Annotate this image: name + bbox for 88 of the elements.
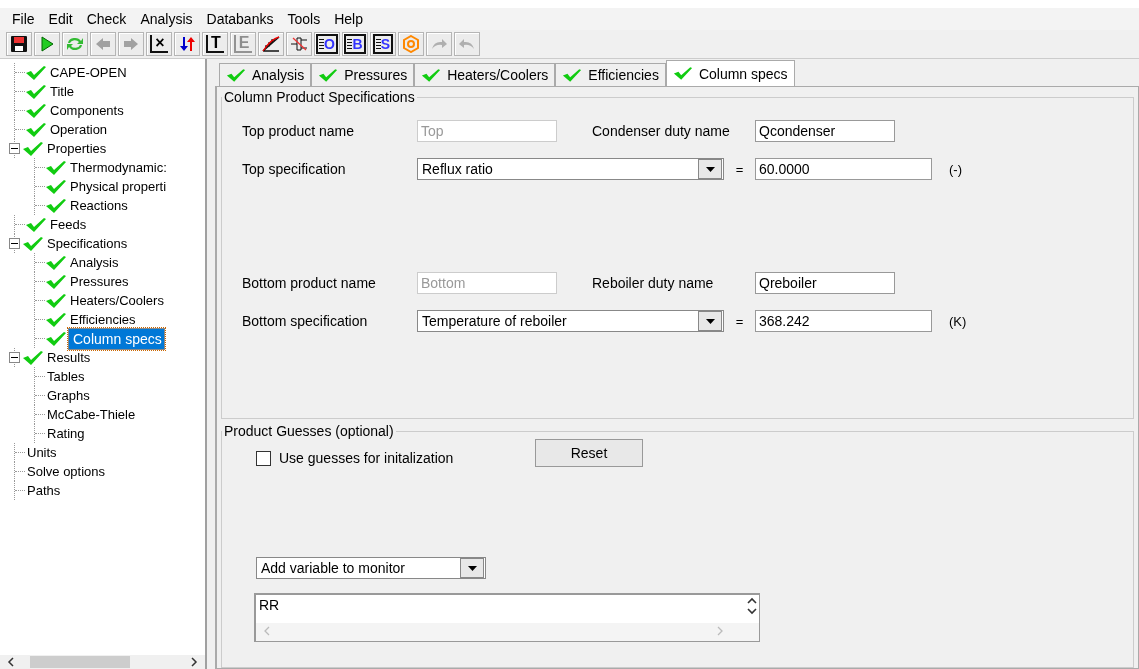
toolbar-letter-button[interactable]: T [202, 32, 228, 56]
group-title: Column Product Specifications [223, 89, 416, 105]
toolbar-run-button[interactable] [34, 32, 60, 56]
menu-item[interactable]: Edit [48, 11, 73, 27]
menu-item[interactable]: Check [86, 11, 127, 27]
field-label: Top product name [242, 123, 356, 139]
scroll-left-icon[interactable] [6, 656, 16, 668]
tab[interactable]: Pressures [311, 63, 415, 86]
tree-item[interactable]: Components [48, 103, 126, 118]
tab[interactable]: Analysis [219, 63, 312, 86]
horizontal-scrollbar[interactable] [0, 655, 205, 669]
tree-item[interactable]: Pressures [68, 274, 131, 289]
right-arrow-icon [122, 35, 140, 53]
reset-button[interactable]: Reset [535, 439, 643, 467]
tab[interactable]: Column specs [665, 60, 795, 86]
collapse-icon[interactable] [9, 352, 20, 363]
collapse-icon[interactable] [9, 238, 20, 249]
tab[interactable]: Heaters/Coolers [414, 63, 556, 86]
toolbar-swap-button[interactable] [174, 32, 200, 56]
tree-item[interactable]: Solve options [25, 464, 108, 479]
unit-label: (-) [949, 161, 962, 177]
crossed-node-icon [289, 35, 309, 53]
tree-item[interactable]: CAPE-OPEN [48, 65, 129, 80]
tree-item[interactable]: Efficiencies [68, 312, 138, 327]
tree-item[interactable]: McCabe-Thiele [45, 407, 138, 422]
tree-item[interactable]: Results [45, 350, 93, 365]
staircase-chart-icon [261, 35, 281, 53]
collapse-icon[interactable] [9, 143, 20, 154]
checkbox-label[interactable]: Use guesses for initalization [279, 450, 519, 466]
input-field[interactable]: Qcondenser [755, 120, 895, 142]
unit-label: (K) [949, 313, 967, 329]
dropdown[interactable]: Add variable to monitor [256, 557, 486, 579]
menu-item[interactable]: Databanks [206, 11, 274, 27]
checkbox[interactable] [256, 450, 271, 466]
tab[interactable]: Efficiencies [555, 63, 666, 86]
tree-item[interactable]: Properties [45, 141, 109, 156]
tree-item[interactable]: Reactions [68, 198, 130, 213]
hexagon-icon [402, 35, 420, 53]
tree-item[interactable]: Analysis [68, 255, 121, 270]
toolbar-listing-button[interactable]: O [314, 32, 340, 56]
toolbar-delete-button[interactable]: × [146, 32, 172, 56]
field-label: Condenser duty name [592, 123, 731, 139]
dropdown[interactable]: Temperature of reboiler [417, 310, 724, 332]
tree-item[interactable]: Physical properti [68, 179, 169, 194]
field-label: Top specification [242, 161, 347, 177]
dropdown-arrow-icon [705, 166, 715, 172]
play-icon [38, 35, 56, 53]
tree-item[interactable]: Rating [45, 426, 87, 441]
toolbar-refresh-button[interactable] [62, 32, 88, 56]
left-arrow-icon [94, 35, 112, 53]
dropdown-arrow-icon [467, 565, 477, 571]
menu-item[interactable]: File [12, 11, 35, 27]
dropdown[interactable]: Reflux ratio [417, 158, 724, 180]
input-field[interactable]: Qreboiler [755, 272, 895, 294]
monitor-list[interactable]: RR [254, 593, 760, 642]
input-field[interactable]: 368.242 [755, 310, 932, 332]
up-down-arrows-icon [178, 35, 196, 53]
spin-arrows-icon[interactable] [745, 595, 759, 617]
group-title: Product Guesses (optional) [223, 423, 395, 439]
tree-item[interactable]: Tables [45, 369, 87, 384]
toolbar-hexagon-button[interactable] [398, 32, 424, 56]
tree-item[interactable]: Graphs [45, 388, 92, 403]
toolbar-listing-button[interactable]: B [342, 32, 368, 56]
tree-item[interactable]: Paths [25, 483, 63, 498]
toolbar-graph-button[interactable] [258, 32, 284, 56]
toolbar-listing-button[interactable]: S [370, 32, 396, 56]
tree-item[interactable]: Title [48, 84, 77, 99]
tree-item[interactable]: Thermodynamic: [68, 160, 169, 175]
toolbar-save-button[interactable] [6, 32, 32, 56]
menu-item[interactable]: Tools [287, 11, 321, 27]
scroll-right-icon[interactable] [189, 656, 199, 668]
menu-item[interactable]: Help [334, 11, 363, 27]
equals-sign: = [734, 161, 745, 177]
input-field[interactable]: 60.0000 [755, 158, 932, 180]
equals-sign: = [734, 313, 745, 329]
menu-item[interactable]: Analysis [140, 11, 193, 27]
tree-item[interactable]: Specifications [45, 236, 130, 251]
field-label: Bottom product name [242, 275, 377, 291]
tree-item[interactable]: Operation [48, 122, 110, 137]
field-label: Reboiler duty name [592, 275, 715, 291]
tree-item[interactable]: Heaters/Coolers [68, 293, 166, 308]
field-label: Bottom specification [242, 313, 369, 329]
dropdown-arrow-icon [705, 318, 715, 324]
tree-item[interactable]: Units [25, 445, 59, 460]
toolbar-network-button[interactable] [286, 32, 312, 56]
tree-item[interactable]: Feeds [48, 217, 89, 232]
refresh-icon [65, 35, 85, 53]
tree-item[interactable]: Column specs [68, 327, 165, 350]
